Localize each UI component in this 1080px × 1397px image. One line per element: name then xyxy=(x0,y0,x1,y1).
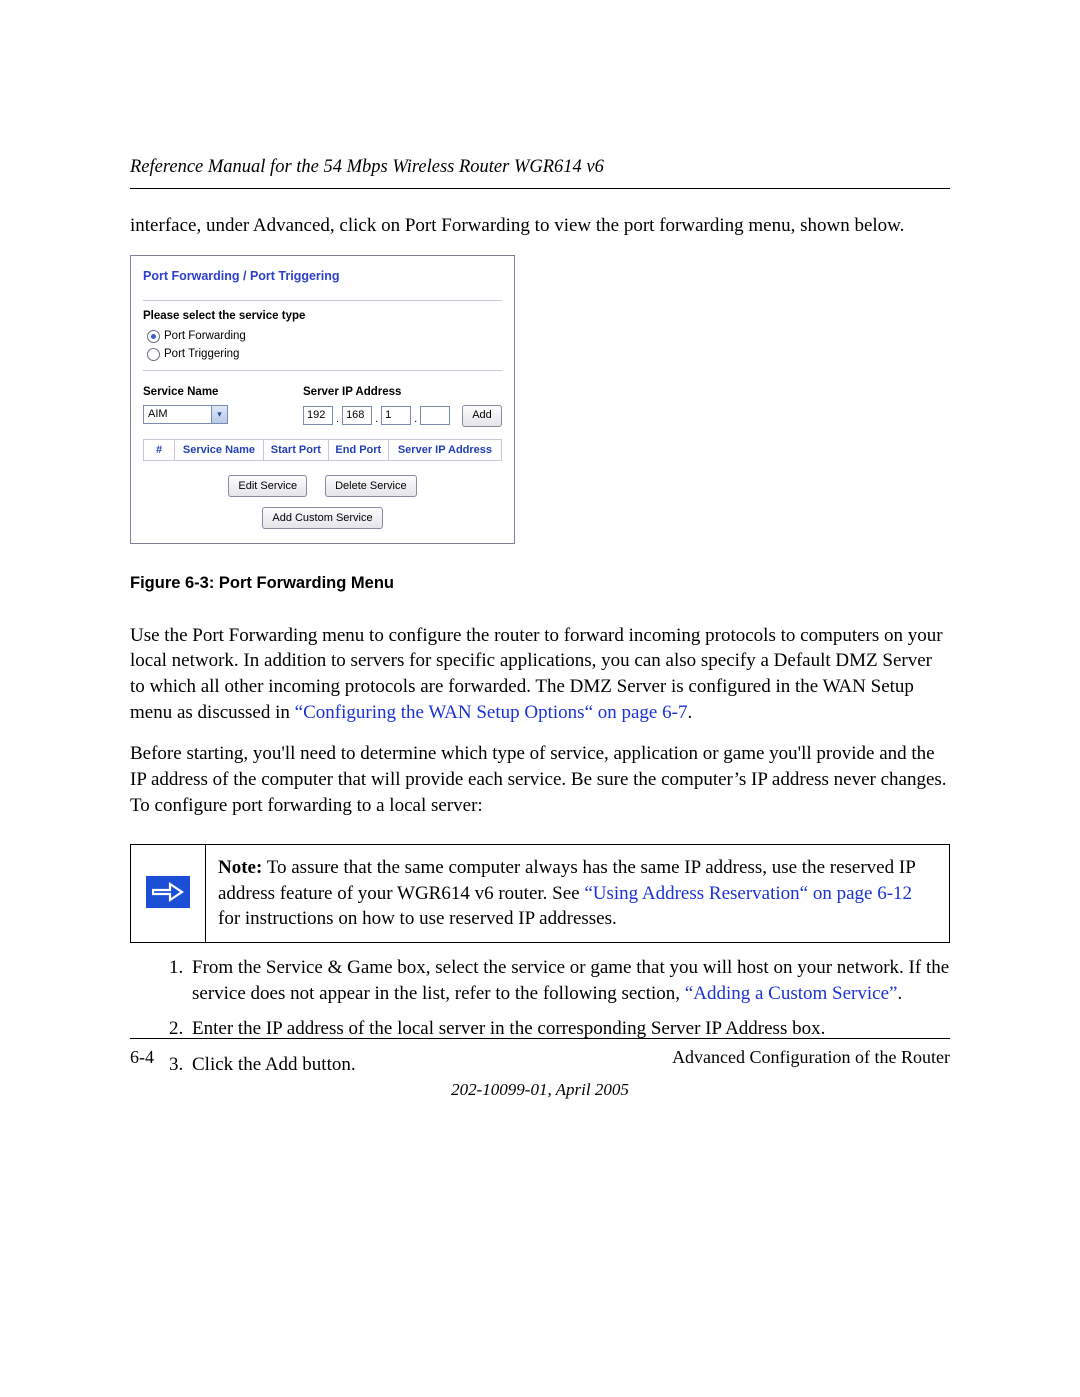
ip-octet-2[interactable]: 168 xyxy=(342,406,372,425)
col-service-name: Service Name xyxy=(175,439,264,461)
add-custom-service-button[interactable]: Add Custom Service xyxy=(262,507,382,529)
col-start-port: Start Port xyxy=(263,439,328,461)
router-ui-screenshot: Port Forwarding / Port Triggering Please… xyxy=(130,255,515,545)
radio-port-triggering-label: Port Triggering xyxy=(164,347,239,363)
paragraph-2: Use the Port Forwarding menu to configur… xyxy=(130,623,950,726)
add-button[interactable]: Add xyxy=(462,405,502,427)
radio-port-forwarding[interactable] xyxy=(147,330,160,343)
service-name-label: Service Name xyxy=(143,385,303,401)
radio-port-triggering[interactable] xyxy=(147,348,160,361)
ip-octet-3[interactable]: 1 xyxy=(381,406,411,425)
step-1: From the Service & Game box, select the … xyxy=(188,955,950,1006)
radio-port-forwarding-label: Port Forwarding xyxy=(164,329,246,345)
note-box: Note: To assure that the same computer a… xyxy=(130,844,950,943)
footer-docnum: 202-10099-01, April 2005 xyxy=(130,1079,950,1102)
wan-setup-link[interactable]: “Configuring the WAN Setup Options“ on p… xyxy=(295,702,688,723)
server-ip-label: Server IP Address xyxy=(303,385,502,401)
service-name-value: AIM xyxy=(148,407,168,422)
address-reservation-link[interactable]: “Using Address Reservation“ on page 6-12 xyxy=(584,883,912,904)
delete-service-button[interactable]: Delete Service xyxy=(325,475,417,497)
note-arrow-icon xyxy=(146,876,190,908)
col-index: # xyxy=(144,439,175,461)
custom-service-link[interactable]: “Adding a Custom Service” xyxy=(685,983,898,1004)
forwarding-table: # Service Name Start Port End Port Serve… xyxy=(143,439,502,462)
ip-octet-1[interactable]: 192 xyxy=(303,406,333,425)
chevron-down-icon: ▾ xyxy=(211,406,227,423)
col-server-ip: Server IP Address xyxy=(388,439,501,461)
footer-section: Advanced Configuration of the Router xyxy=(672,1045,950,1069)
col-end-port: End Port xyxy=(328,439,388,461)
edit-service-button[interactable]: Edit Service xyxy=(228,475,307,497)
ip-octet-4[interactable] xyxy=(420,406,450,425)
footer-rule xyxy=(130,1038,950,1039)
figure-caption: Figure 6-3: Port Forwarding Menu xyxy=(130,572,950,594)
paragraph-3: Before starting, you'll need to determin… xyxy=(130,741,950,818)
service-type-label: Please select the service type xyxy=(143,309,502,325)
service-name-select[interactable]: AIM ▾ xyxy=(143,405,228,424)
note-text: Note: To assure that the same computer a… xyxy=(206,845,950,943)
panel-title: Port Forwarding / Port Triggering xyxy=(143,266,502,293)
page-number: 6-4 xyxy=(130,1045,154,1069)
page-header-title: Reference Manual for the 54 Mbps Wireles… xyxy=(130,155,950,180)
header-rule xyxy=(130,188,950,189)
intro-paragraph: interface, under Advanced, click on Port… xyxy=(130,213,950,239)
